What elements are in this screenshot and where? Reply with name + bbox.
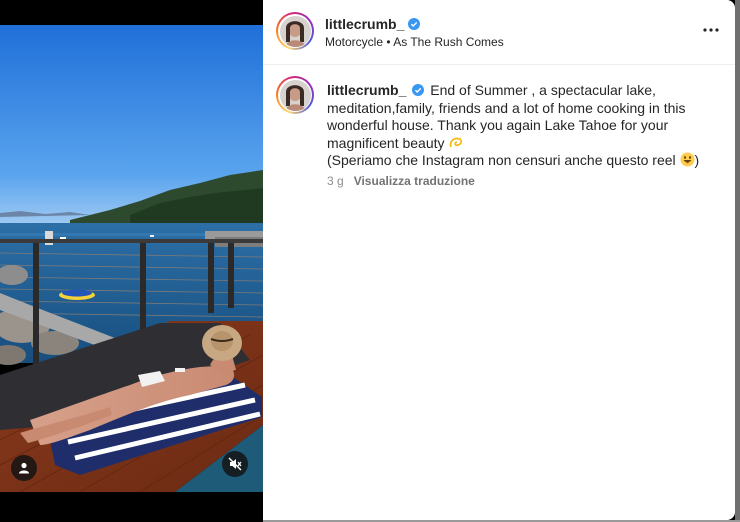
caption-line-2: meditation,family, friends and a lot of …	[327, 99, 686, 116]
caption-line-1: End of Summer , a spectacular lake,	[430, 82, 656, 98]
caption-line-5-end: )	[694, 152, 700, 168]
caption-username-link[interactable]: littlecrumb_	[327, 82, 406, 98]
profile-avatar[interactable]	[276, 12, 314, 50]
caption-line-3: wonderful house. Thank you again Lake Ta…	[327, 117, 669, 133]
more-options-icon	[703, 28, 719, 32]
mute-toggle-button[interactable]	[222, 451, 248, 477]
caption-line-5: (Speriamo che Instagram non censuri anch…	[327, 152, 676, 168]
caption-line-4: magnificent beauty	[327, 134, 445, 151]
see-translation-button[interactable]: Visualizza traduzione	[354, 174, 475, 188]
muted-speaker-icon	[228, 457, 242, 471]
grinning-emoji	[680, 152, 695, 167]
header-user: littlecrumb_	[325, 16, 421, 32]
audio-track-link[interactable]: Motorcycle • As The Rush Comes	[325, 35, 504, 49]
reel-video-frame[interactable]	[0, 25, 263, 492]
verified-badge-icon	[412, 84, 425, 96]
post-details-panel: littlecrumb_ Motorcycle • As The Rush Co…	[263, 0, 735, 520]
lake-tahoe-scene	[0, 25, 263, 492]
post-caption: littlecrumb_ End of Summer , a spectacul…	[327, 82, 717, 170]
window-edge-right	[735, 0, 740, 522]
post-timestamp[interactable]: 3 g	[327, 174, 344, 188]
caption-avatar[interactable]	[276, 76, 314, 114]
dizzy-emoji	[450, 137, 463, 147]
tagged-users-button[interactable]	[11, 455, 37, 481]
more-options-button[interactable]	[701, 22, 721, 38]
reel-media[interactable]	[0, 0, 263, 522]
avatar-photo	[279, 79, 311, 111]
verified-badge-icon	[408, 18, 421, 30]
avatar-photo	[279, 15, 311, 47]
caption-meta: 3 g Visualizza traduzione	[327, 174, 475, 188]
username-link[interactable]: littlecrumb_	[325, 16, 404, 32]
user-icon	[19, 462, 29, 474]
post-header: littlecrumb_ Motorcycle • As The Rush Co…	[263, 0, 735, 65]
